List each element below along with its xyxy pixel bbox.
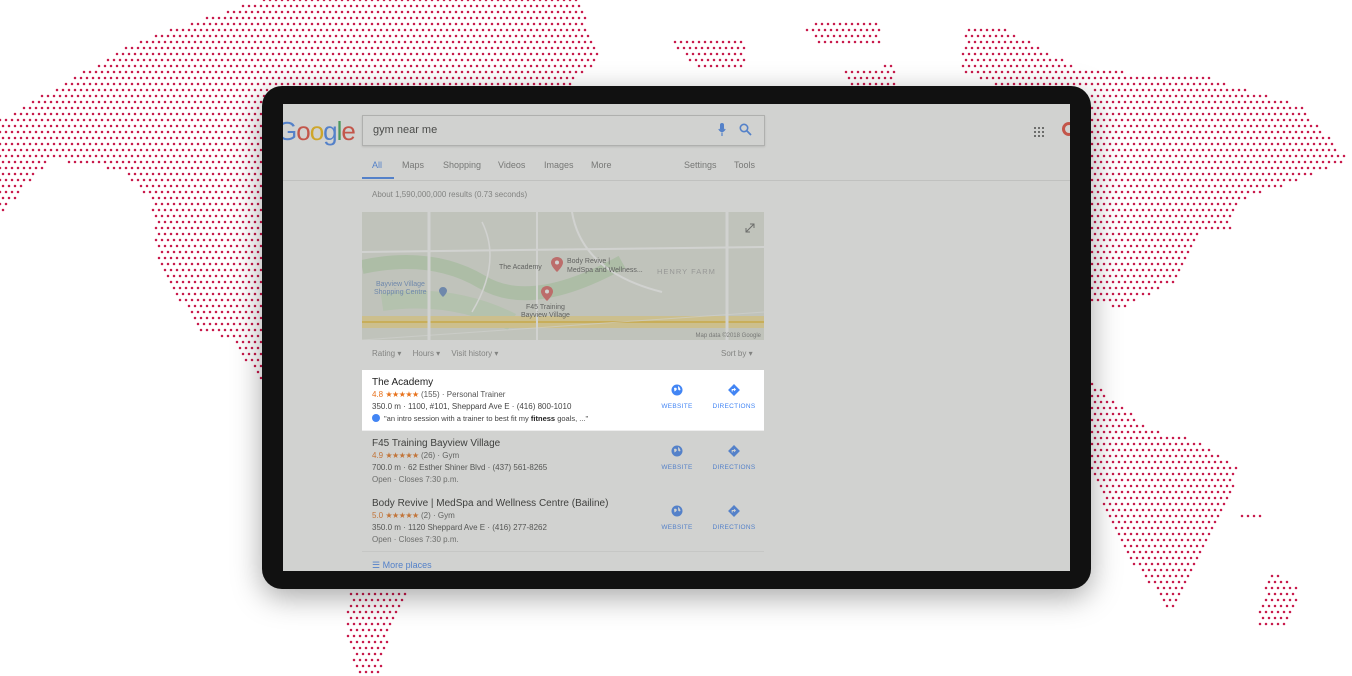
- rating-stars: ★★★★★: [385, 511, 419, 520]
- directions-icon: [728, 384, 740, 396]
- listing-address: 700.0 m · 62 Esther Shiner Blvd · (437) …: [372, 463, 548, 472]
- directions-label: DIRECTIONS: [712, 403, 756, 410]
- rating-value: 5.0: [372, 511, 384, 520]
- search-icon[interactable]: [739, 123, 752, 141]
- tab-more[interactable]: More: [591, 160, 612, 170]
- map-pin-icon[interactable]: [551, 257, 563, 277]
- directions-label: DIRECTIONS: [712, 524, 756, 531]
- map-label: Shopping Centre: [374, 289, 427, 296]
- local-result-f45[interactable]: F45 Training Bayview Village 4.9 ★★★★★ (…: [362, 431, 764, 492]
- list-icon: ☰: [372, 560, 381, 570]
- listing-meta: (155) · Personal Trainer: [420, 390, 506, 399]
- rating-stars: ★★★★★: [385, 451, 419, 460]
- tablet-frame: Google gym near me All Maps Shopping Vid…: [262, 86, 1091, 589]
- filter-rating[interactable]: Rating ▾: [372, 349, 401, 358]
- website-button[interactable]: WEBSITE: [647, 445, 707, 471]
- rating-value: 4.9: [372, 451, 384, 460]
- website-button[interactable]: WEBSITE: [647, 384, 707, 410]
- expand-map-icon[interactable]: [745, 220, 755, 238]
- listing-rating: 4.8 ★★★★★ (155) · Personal Trainer: [372, 390, 505, 399]
- tab-all[interactable]: All: [372, 160, 382, 170]
- logo-letter: o: [296, 116, 311, 146]
- listing-name[interactable]: F45 Training Bayview Village: [372, 438, 500, 449]
- globe-icon: [671, 505, 683, 517]
- tab-videos[interactable]: Videos: [498, 160, 525, 170]
- more-places-label: More places: [382, 560, 432, 570]
- listing-address: 350.0 m · 1120 Sheppard Ave E · (416) 27…: [372, 523, 547, 532]
- map-roads: [362, 212, 764, 340]
- local-map[interactable]: The Academy Body Revive | MedSpa and Wel…: [362, 212, 764, 340]
- listing-name[interactable]: The Academy: [372, 377, 433, 388]
- map-label: Body Revive |: [567, 258, 611, 265]
- sort-by[interactable]: Sort by ▾: [721, 349, 753, 358]
- website-label: WEBSITE: [661, 524, 693, 531]
- logo-letter: e: [341, 116, 356, 146]
- listing-address: 350.0 m · 1100, #101, Sheppard Ave E · (…: [372, 402, 572, 411]
- logo-letter: G: [283, 116, 297, 146]
- reviewer-avatar-icon: [372, 414, 380, 422]
- local-result-the-academy[interactable]: The Academy 4.8 ★★★★★ (155) · Personal T…: [362, 370, 764, 431]
- listing-name[interactable]: Body Revive | MedSpa and Wellness Centre…: [372, 498, 608, 509]
- account-avatar[interactable]: [1062, 122, 1070, 136]
- tab-maps[interactable]: Maps: [402, 160, 424, 170]
- search-box[interactable]: gym near me: [362, 115, 765, 146]
- map-filters: Rating ▾ Hours ▾ Visit history ▾: [372, 349, 507, 358]
- quote-text: goals, ...": [557, 414, 589, 423]
- google-logo[interactable]: Google: [283, 116, 356, 147]
- listing-review-snippet: "an intro session with a trainer to best…: [372, 414, 588, 423]
- tools-link[interactable]: Tools: [734, 160, 755, 170]
- rating-value: 4.8: [372, 390, 384, 399]
- settings-link[interactable]: Settings: [684, 160, 717, 170]
- directions-label: DIRECTIONS: [712, 464, 756, 471]
- local-result-body-revive[interactable]: Body Revive | MedSpa and Wellness Centre…: [362, 491, 764, 552]
- listing-meta: (2) · Gym: [420, 511, 455, 520]
- quote-keyword: fitness: [530, 414, 556, 423]
- website-label: WEBSITE: [661, 464, 693, 471]
- apps-grid-icon[interactable]: [1034, 124, 1044, 142]
- map-label: The Academy: [499, 264, 542, 271]
- tab-shopping[interactable]: Shopping: [443, 160, 481, 170]
- directions-button[interactable]: DIRECTIONS: [704, 445, 764, 471]
- listing-hours: Open · Closes 7:30 p.m.: [372, 535, 459, 544]
- browser-screen: Google gym near me All Maps Shopping Vid…: [283, 104, 1070, 571]
- rating-stars: ★★★★★: [385, 390, 419, 399]
- filter-visit-history[interactable]: Visit history ▾: [451, 349, 498, 358]
- map-attribution: Map data ©2018 Google: [695, 333, 761, 339]
- tab-images[interactable]: Images: [544, 160, 574, 170]
- globe-icon: [671, 384, 683, 396]
- directions-icon: [728, 505, 740, 517]
- map-pin-icon[interactable]: [541, 286, 553, 306]
- active-tab-indicator: [362, 177, 394, 179]
- more-places-link[interactable]: ☰ More places: [372, 560, 432, 571]
- website-button[interactable]: WEBSITE: [647, 505, 707, 531]
- listing-hours: Open · Closes 7:30 p.m.: [372, 475, 459, 484]
- result-stats: About 1,590,000,000 results (0.73 second…: [372, 190, 528, 199]
- website-label: WEBSITE: [661, 403, 693, 410]
- map-label: HENRY FARM: [657, 267, 716, 276]
- listing-meta: (26) · Gym: [420, 451, 460, 460]
- map-label: Bayview Village: [521, 312, 570, 319]
- directions-button[interactable]: DIRECTIONS: [704, 505, 764, 531]
- logo-letter: o: [309, 116, 325, 146]
- search-tabs: All Maps Shopping Videos Images More Set…: [283, 160, 1070, 181]
- listing-rating: 4.9 ★★★★★ (26) · Gym: [372, 451, 459, 460]
- map-place-icon: [439, 284, 447, 302]
- mic-icon[interactable]: [718, 123, 726, 142]
- directions-button[interactable]: DIRECTIONS: [704, 384, 764, 410]
- search-input[interactable]: gym near me: [373, 124, 437, 136]
- directions-icon: [728, 445, 740, 457]
- globe-icon: [671, 445, 683, 457]
- map-label: F45 Training: [526, 304, 565, 311]
- map-label: MedSpa and Wellness...: [567, 267, 643, 274]
- map-label: Bayview Village: [376, 281, 425, 288]
- filter-hours[interactable]: Hours ▾: [413, 349, 441, 358]
- quote-text: "an intro session with a trainer to best…: [384, 414, 529, 423]
- logo-letter: g: [323, 116, 338, 146]
- listing-rating: 5.0 ★★★★★ (2) · Gym: [372, 511, 455, 520]
